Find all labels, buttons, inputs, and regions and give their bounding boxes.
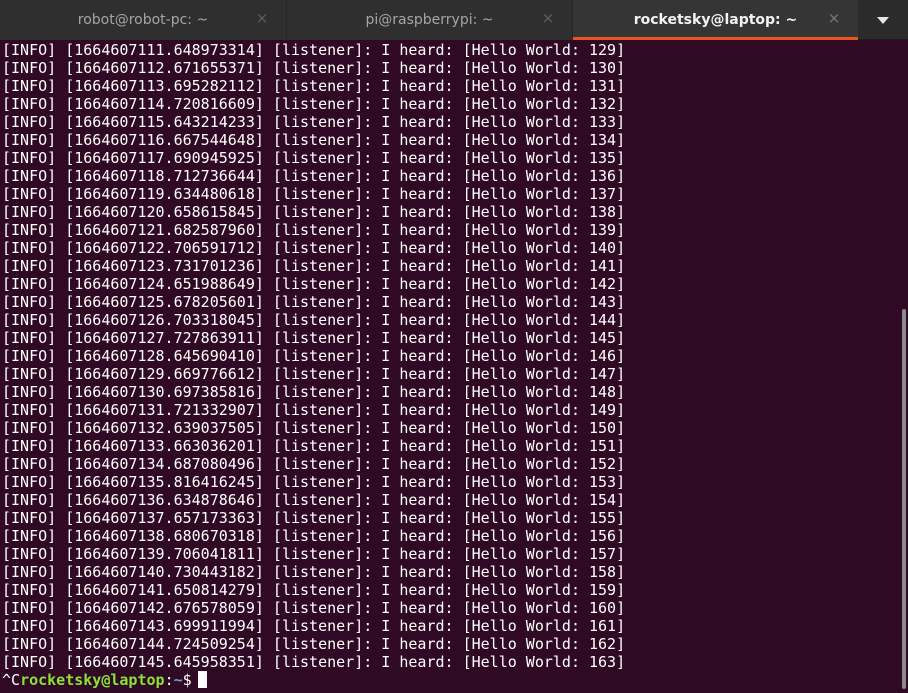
prompt-path: ~ (173, 671, 183, 689)
terminal-window: robot@robot-pc: ~ × pi@raspberrypi: ~ × … (0, 0, 908, 693)
text-cursor (197, 671, 207, 688)
close-icon[interactable]: × (254, 10, 270, 26)
scrollbar-thumb[interactable] (902, 309, 906, 689)
log-line: [INFO] [1664607127.727863911] [listener]… (2, 329, 626, 347)
log-line: [INFO] [1664607113.695282112] [listener]… (2, 77, 626, 95)
log-line: [INFO] [1664607129.669776612] [listener]… (2, 365, 626, 383)
log-line: [INFO] [1664607144.724509254] [listener]… (2, 635, 626, 653)
log-line: [INFO] [1664607119.634480618] [listener]… (2, 185, 626, 203)
log-line: [INFO] [1664607140.730443182] [listener]… (2, 563, 626, 581)
tab-label: pi@raspberrypi: ~ (365, 12, 494, 28)
tab-raspberrypi[interactable]: pi@raspberrypi: ~ × (286, 0, 572, 40)
log-line: [INFO] [1664607142.676578059] [listener]… (2, 599, 626, 617)
log-line: [INFO] [1664607145.645958351] [listener]… (2, 653, 626, 671)
tab-rocketsky-laptop[interactable]: rocketsky@laptop: ~ × (572, 0, 858, 40)
tab-label: rocketsky@laptop: ~ (633, 12, 798, 28)
log-line: [INFO] [1664607133.663036201] [listener]… (2, 437, 626, 455)
prompt-line: ^Crocketsky@laptop:~$ (2, 671, 900, 689)
log-line: [INFO] [1664607117.690945925] [listener]… (2, 149, 626, 167)
log-line: [INFO] [1664607141.650814279] [listener]… (2, 581, 626, 599)
log-line: [INFO] [1664607135.816416245] [listener]… (2, 473, 626, 491)
close-icon[interactable]: × (826, 10, 842, 26)
prompt-user-host: rocketsky@laptop (20, 671, 165, 689)
prompt-separator: : (164, 671, 174, 689)
log-line: [INFO] [1664607130.697385816] [listener]… (2, 383, 626, 401)
tab-robot-pc[interactable]: robot@robot-pc: ~ × (0, 0, 286, 40)
log-line: [INFO] [1664607126.703318045] [listener]… (2, 311, 626, 329)
log-line: [INFO] [1664607134.687080496] [listener]… (2, 455, 626, 473)
log-line: [INFO] [1664607115.643214233] [listener]… (2, 113, 626, 131)
scrollbar[interactable] (900, 41, 908, 693)
terminal-output[interactable]: [INFO] [1664607111.648973314] [listener]… (0, 41, 900, 693)
log-line: [INFO] [1664607136.634878646] [listener]… (2, 491, 626, 509)
log-line: [INFO] [1664607120.658615845] [listener]… (2, 203, 626, 221)
log-line: [INFO] [1664607139.706041811] [listener]… (2, 545, 626, 563)
log-output: [INFO] [1664607111.648973314] [listener]… (2, 41, 900, 671)
interrupt-echo: ^C (2, 671, 21, 689)
log-line: [INFO] [1664607123.731701236] [listener]… (2, 257, 626, 275)
log-line: [INFO] [1664607122.706591712] [listener]… (2, 239, 626, 257)
log-line: [INFO] [1664607137.657173363] [listener]… (2, 509, 626, 527)
close-icon[interactable]: × (540, 10, 556, 26)
log-line: [INFO] [1664607125.678205601] [listener]… (2, 293, 626, 311)
log-line: [INFO] [1664607143.699911994] [listener]… (2, 617, 626, 635)
prompt-symbol: $ (182, 671, 192, 689)
log-line: [INFO] [1664607124.651988649] [listener]… (2, 275, 626, 293)
log-line: [INFO] [1664607121.682587960] [listener]… (2, 221, 626, 239)
log-line: [INFO] [1664607131.721332907] [listener]… (2, 401, 626, 419)
log-line: [INFO] [1664607118.712736644] [listener]… (2, 167, 626, 185)
tab-menu-button[interactable] (858, 0, 908, 39)
tab-bar: robot@robot-pc: ~ × pi@raspberrypi: ~ × … (0, 0, 908, 40)
log-line: [INFO] [1664607128.645690410] [listener]… (2, 347, 626, 365)
log-line: [INFO] [1664607132.639037505] [listener]… (2, 419, 626, 437)
chevron-down-icon (877, 17, 889, 24)
log-line: [INFO] [1664607138.680670318] [listener]… (2, 527, 626, 545)
tab-label: robot@robot-pc: ~ (77, 12, 209, 28)
log-line: [INFO] [1664607112.671655371] [listener]… (2, 59, 626, 77)
log-line: [INFO] [1664607116.667544648] [listener]… (2, 131, 626, 149)
log-line: [INFO] [1664607114.720816609] [listener]… (2, 95, 626, 113)
log-line: [INFO] [1664607111.648973314] [listener]… (2, 41, 626, 59)
